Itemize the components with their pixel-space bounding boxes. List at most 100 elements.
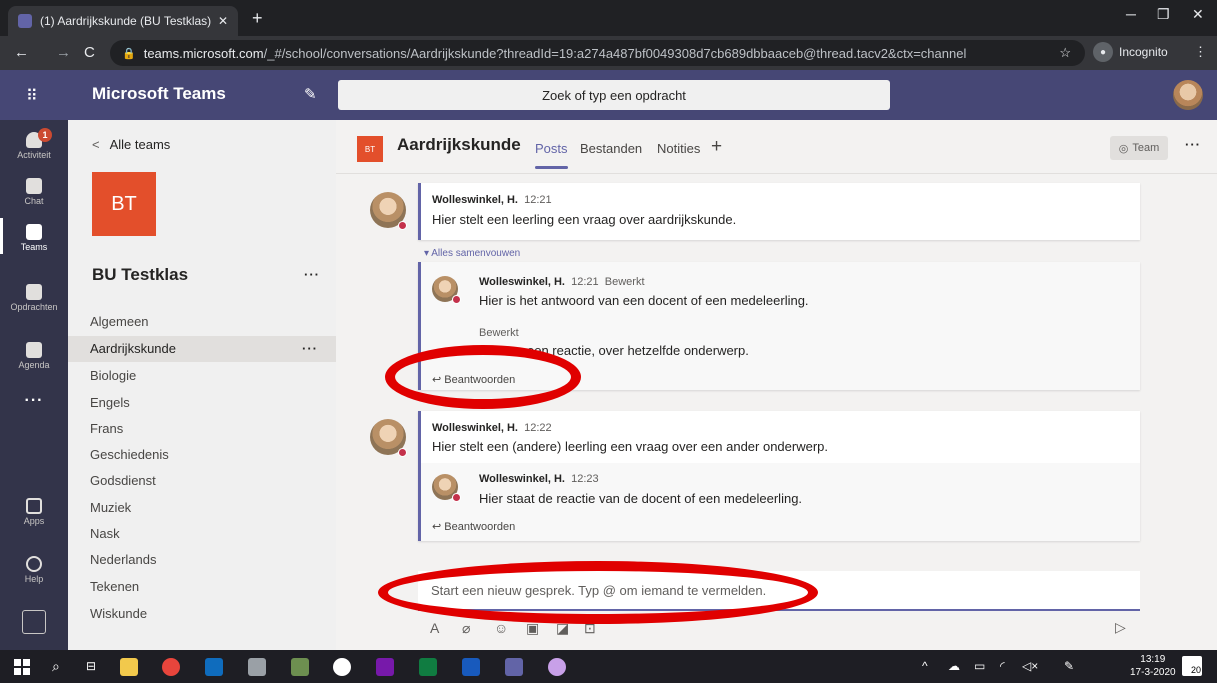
author-name[interactable]: Wolleswinkel, H. (432, 194, 518, 206)
file-explorer-icon[interactable] (120, 658, 138, 676)
close-tab-icon[interactable]: ✕ (218, 14, 228, 28)
rail-item-download[interactable] (0, 610, 68, 636)
volume-icon[interactable]: ◁× (1022, 659, 1038, 673)
team-more-options-icon[interactable]: ··· (304, 267, 320, 282)
bookmark-star-icon[interactable]: ☆ (1059, 45, 1071, 61)
tab-notes[interactable]: Notities (657, 141, 700, 156)
channel-item[interactable]: Wiskunde (68, 601, 336, 627)
system-clock[interactable]: 13:19 17-3-2020 (1130, 653, 1176, 679)
rail-item-calendar[interactable]: Agenda (0, 342, 68, 370)
onedrive-icon[interactable]: ☁ (948, 659, 960, 673)
app-icon[interactable] (333, 658, 351, 676)
channel-item-selected[interactable]: Aardrijkskunde ··· (68, 336, 336, 362)
channel-item[interactable]: Muziek (68, 495, 336, 521)
url-path: /_#/school/conversations/Aardrijkskunde?… (263, 45, 967, 61)
channel-more-icon[interactable]: ··· (1185, 137, 1201, 152)
rail-item-teams[interactable]: Teams (0, 218, 68, 254)
reply-button[interactable]: ↩ Beantwoorden (432, 520, 515, 533)
profile-avatar[interactable] (1173, 80, 1203, 110)
back-arrow-icon[interactable]: ← (14, 44, 29, 61)
tab-posts[interactable]: Posts (535, 141, 568, 169)
word-icon[interactable] (462, 658, 480, 676)
format-icon[interactable]: A (430, 620, 439, 636)
channel-item[interactable]: Geschiedenis (68, 442, 336, 468)
outlook-icon[interactable] (205, 658, 223, 676)
attach-icon[interactable]: ⌀ (462, 620, 470, 637)
chevron-up-icon[interactable]: ^ (922, 659, 928, 673)
app-icon[interactable] (291, 658, 309, 676)
channel-item[interactable]: Engels (68, 390, 336, 416)
reply-thread: Wolleswinkel, H. 12:23 Hier staat de rea… (421, 463, 1140, 541)
rail-item-activity[interactable]: 1 Activiteit (0, 128, 68, 160)
channel-item[interactable]: Nederlands (68, 547, 336, 573)
edited-label: Bewerkt (479, 327, 519, 339)
rail-item-apps[interactable]: Apps (0, 498, 68, 526)
rail-item-help[interactable]: Help (0, 556, 68, 584)
rail-label: Opdrachten (10, 302, 58, 312)
rail-item-chat[interactable]: Chat (0, 178, 68, 206)
eye-icon: ◎ (1118, 142, 1129, 155)
author-name[interactable]: Wolleswinkel, H. (432, 422, 518, 434)
url-field[interactable]: 🔒 teams.microsoft.com/_#/school/conversa… (110, 40, 1085, 66)
more-apps-icon[interactable]: ··· (0, 392, 68, 410)
add-tab-icon[interactable]: + (711, 136, 722, 158)
app-icon[interactable] (248, 658, 266, 676)
apps-icon (26, 498, 42, 514)
channel-item[interactable]: Nask (68, 521, 336, 547)
highlight-ellipse-reply (385, 345, 581, 409)
channel-item[interactable]: Tekenen (68, 574, 336, 600)
teams-icon (26, 224, 42, 240)
reply-text: Hier is het antwoord van een docent of e… (479, 293, 809, 308)
author-name[interactable]: Wolleswinkel, H. (479, 276, 565, 288)
rail-label: Agenda (18, 360, 50, 370)
reply-arrow-icon: ↩ (432, 521, 442, 533)
battery-icon[interactable]: ▭ (974, 659, 985, 673)
forward-arrow-icon[interactable]: → (56, 44, 71, 61)
team-button-label: Team (1132, 142, 1160, 154)
new-tab-icon[interactable]: + (252, 8, 263, 29)
reply-label: Beantwoorden (444, 521, 516, 533)
minimize-icon[interactable]: ─ (1126, 6, 1136, 22)
channel-item[interactable]: Biologie (68, 363, 336, 389)
incognito-icon: ● (1093, 42, 1113, 62)
emoji-icon[interactable]: ☺ (494, 620, 508, 636)
tab-files[interactable]: Bestanden (580, 141, 642, 156)
windows-start-icon[interactable] (14, 659, 30, 675)
restore-icon[interactable]: ❐ (1157, 6, 1170, 23)
teams-taskbar-icon[interactable] (505, 658, 523, 676)
timestamp: 12:23 (571, 473, 599, 485)
collapse-all-link[interactable]: ▾ Alles samenvouwen (424, 248, 520, 259)
app-launcher-icon[interactable]: ⠿ (26, 86, 38, 106)
rail-item-assignments[interactable]: Opdrachten (0, 284, 68, 312)
action-center-icon[interactable]: 20 (1182, 656, 1202, 676)
excel-icon[interactable] (419, 658, 437, 676)
author-name[interactable]: Wolleswinkel, H. (479, 473, 565, 485)
paint-icon[interactable] (548, 658, 566, 676)
chrome-icon[interactable] (162, 658, 180, 676)
teams-favicon-icon (18, 14, 32, 28)
browser-tab-bar: (1) Aardrijkskunde (BU Testklas) | ✕ + ─… (0, 0, 1217, 36)
pen-icon[interactable]: ✎ (1064, 659, 1074, 673)
new-chat-icon[interactable]: ✎ (304, 85, 317, 103)
wifi-icon[interactable]: ◜ (1000, 659, 1005, 673)
channel-item[interactable]: Godsdienst (68, 468, 336, 494)
channel-more-options-icon[interactable]: ··· (302, 336, 318, 362)
browser-tab[interactable]: (1) Aardrijkskunde (BU Testklas) | ✕ (8, 6, 238, 36)
search-input[interactable]: Zoek of typ een opdracht (338, 80, 890, 110)
channel-item[interactable]: Frans (68, 416, 336, 442)
address-bar: ← → C 🔒 teams.microsoft.com/_#/school/co… (0, 36, 1217, 70)
onenote-icon[interactable] (376, 658, 394, 676)
windows-taskbar: ⌕ ⊟ ^ ☁ ▭ ◜ ◁× ✎ 13:19 17-3-2020 20 (0, 650, 1217, 683)
reload-icon[interactable]: C (84, 44, 95, 61)
team-button[interactable]: ◎ Team (1110, 136, 1168, 160)
send-icon[interactable]: ▷ (1115, 619, 1126, 636)
search-icon[interactable]: ⌕ (52, 658, 60, 675)
task-view-icon[interactable]: ⊟ (86, 659, 96, 673)
incognito-indicator: ● Incognito (1093, 42, 1168, 62)
help-icon (26, 556, 42, 572)
message-text: Hier stelt een leerling een vraag over a… (432, 212, 737, 227)
channel-item[interactable]: Algemeen (68, 309, 336, 335)
close-window-icon[interactable]: ✕ (1192, 6, 1204, 23)
browser-menu-icon[interactable]: ⋮ (1194, 44, 1207, 60)
back-to-teams[interactable]: < Alle teams (92, 137, 170, 152)
